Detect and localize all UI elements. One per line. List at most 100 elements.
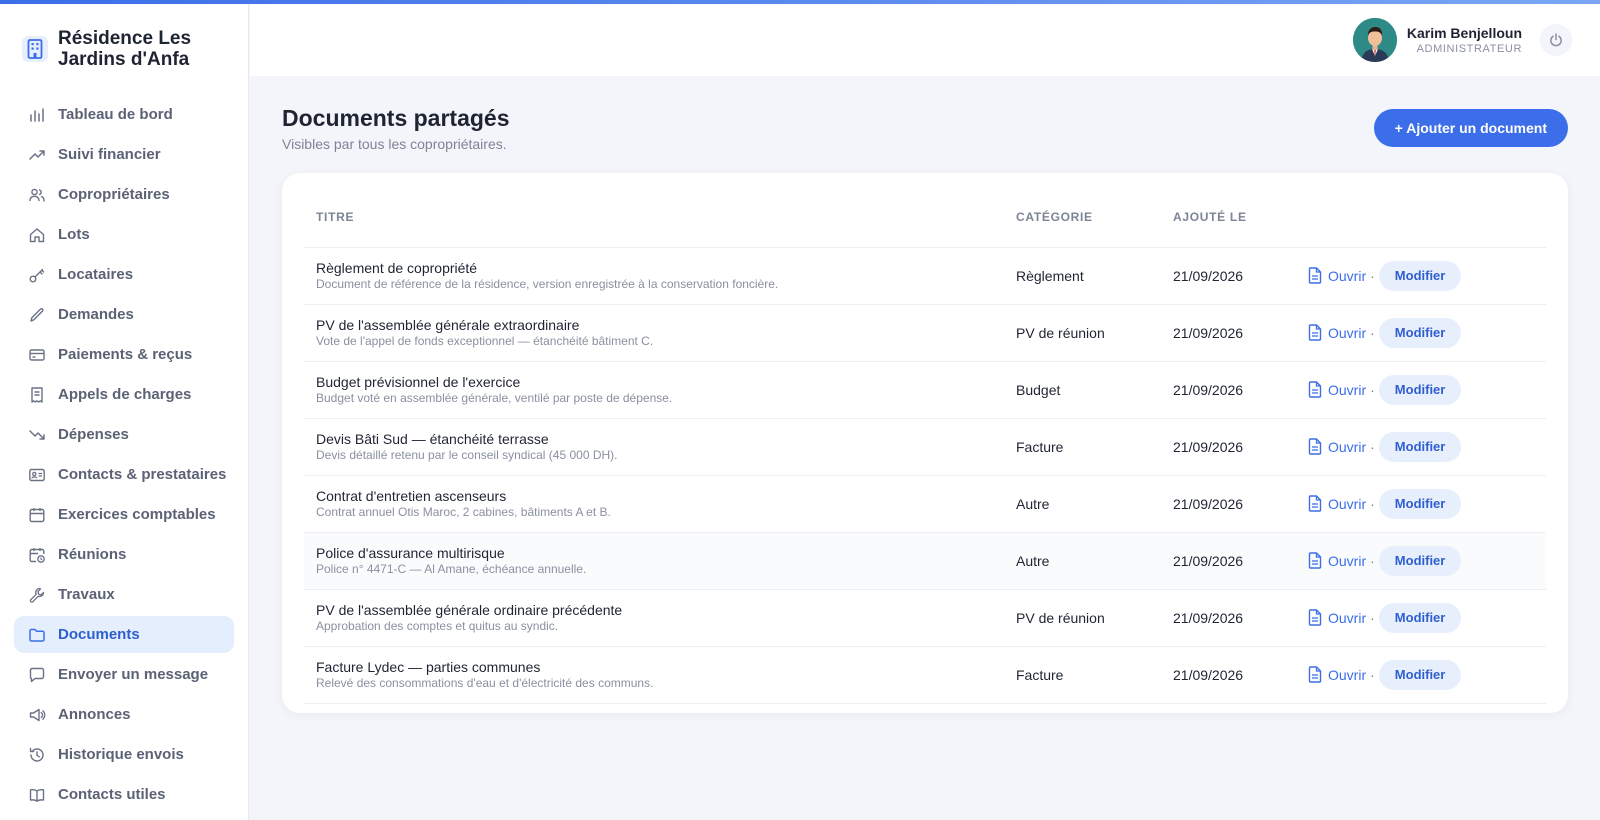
sidebar-item-tableau-de-bord[interactable]: Tableau de bord [14,96,234,133]
cell-category: Facture [1004,646,1161,704]
document-description: Contrat annuel Otis Maroc, 2 cabines, bâ… [316,504,611,519]
sidebar-item-lots[interactable]: Lots [14,216,234,253]
add-document-button[interactable]: + Ajouter un document [1373,109,1568,147]
edit-document-button[interactable]: Modifier [1378,659,1462,690]
brand: Résidence Les Jardins d'Anfa [0,4,248,96]
document-title: Règlement de copropriété [316,259,478,276]
trending-down-icon [28,426,46,444]
credit-card-icon [28,346,46,364]
sidebar-item-label: Annonces [58,706,131,723]
table-row: Devis Bâti Sud — étanchéité terrasse Devi… [304,418,1546,476]
megaphone-icon [28,706,46,724]
sidebar-item-label: Locataires [58,266,134,283]
file-icon [1308,495,1322,512]
separator: · [1370,495,1375,512]
open-document-link[interactable]: Ouvrir [1308,267,1366,284]
calendar-clock-icon [28,546,46,564]
sidebar-item-locataires[interactable]: Locataires [14,256,234,293]
book-icon [28,786,46,804]
sidebar-item-demandes[interactable]: Demandes [14,296,234,333]
file-icon [1308,609,1322,626]
document-title: PV de l'assemblée générale extraordinair… [316,316,580,333]
user-name: Karim Benjelloun [1406,24,1522,41]
bar-chart-icon [28,106,46,124]
file-icon [1308,381,1322,398]
pencil-icon [28,306,46,324]
cell-title: Contrat d'entretien ascenseurs Contrat an… [304,475,1004,533]
cell-title: PV de l'assemblée générale ordinaire pré… [304,589,1004,647]
sidebar-item-travaux[interactable]: Travaux [14,576,234,613]
document-title: Devis Bâti Sud — étanchéité terrasse [316,430,549,447]
logout-button[interactable] [1540,24,1572,56]
separator: · [1370,666,1375,683]
sidebar-item-historique-envois[interactable]: Historique envois [14,736,234,773]
sidebar-item-label: Travaux [58,586,115,603]
app-name: Résidence Les Jardins d'Anfa [58,28,192,70]
edit-document-button[interactable]: Modifier [1378,431,1462,462]
edit-document-button[interactable]: Modifier [1378,545,1462,576]
edit-document-button[interactable]: Modifier [1378,488,1462,519]
open-document-link[interactable]: Ouvrir [1308,324,1366,341]
open-document-link[interactable]: Ouvrir [1308,495,1366,512]
sidebar-item-label: Lots [58,226,90,243]
user-profile[interactable]: Karim Benjelloun ADMINISTRATEUR [1352,18,1522,62]
open-document-link[interactable]: Ouvrir [1308,552,1366,569]
table-header-row: TITRE CATÉGORIE AJOUTÉ LE [304,187,1546,248]
file-icon [1308,666,1322,683]
cell-category: Autre [1004,475,1161,533]
separator: · [1370,381,1375,398]
document-description: Vote de l'appel de fonds exceptionnel — … [316,333,654,348]
edit-document-button[interactable]: Modifier [1378,260,1462,291]
table-row: Police d'assurance multirisque Police n° … [304,532,1546,590]
sidebar-item-contacts-prestataires[interactable]: Contacts & prestataires [14,456,234,493]
sidebar-item-label: Historique envois [58,746,184,763]
separator: · [1370,267,1375,284]
cell-category: Facture [1004,418,1161,476]
sidebar-item-appels-de-charges[interactable]: Appels de charges [14,376,234,413]
sidebar-item-documents[interactable]: Documents [14,616,234,653]
cell-actions: Ouvrir · Modifier [1296,589,1546,647]
document-description: Approbation des comptes et quitus au syn… [316,618,559,633]
sidebar-item-label: Copropriétaires [58,186,170,203]
table-row: PV de l'assemblée générale ordinaire pré… [304,589,1546,647]
header: Karim Benjelloun ADMINISTRATEUR [250,4,1600,76]
sidebar-item-paiements-recus[interactable]: Paiements & reçus [14,336,234,373]
open-label: Ouvrir [1328,324,1367,341]
open-document-link[interactable]: Ouvrir [1308,666,1366,683]
sidebar-item-contacts-utiles[interactable]: Contacts utiles [14,776,234,813]
sidebar-item-label: Paiements & reçus [58,346,193,363]
document-description: Document de référence de la résidence, v… [316,276,779,291]
document-title: Police d'assurance multirisque [316,544,505,561]
page-title: Documents partagés [282,105,510,131]
sidebar-item-label: Contacts utiles [58,786,166,803]
sidebar-item-label: Demandes [58,306,134,323]
document-description: Relevé des consommations d'eau et d'élec… [316,675,654,690]
table-row: PV de l'assemblée générale extraordinair… [304,304,1546,362]
open-label: Ouvrir [1328,552,1367,569]
open-document-link[interactable]: Ouvrir [1308,381,1366,398]
cell-title: Facture Lydec — parties communes Relevé d… [304,646,1004,704]
table-row: Contrat d'entretien ascenseurs Contrat an… [304,475,1546,533]
open-document-link[interactable]: Ouvrir [1308,609,1366,626]
sidebar-item-suivi-financier[interactable]: Suivi financier [14,136,234,173]
edit-document-button[interactable]: Modifier [1378,317,1462,348]
sidebar-nav: Tableau de bord Suivi financier Copropriét… [0,96,248,813]
folder-icon [28,626,46,644]
sidebar-item-exercices-comptables[interactable]: Exercices comptables [14,496,234,533]
open-document-link[interactable]: Ouvrir [1308,438,1366,455]
cell-actions: Ouvrir · Modifier [1296,532,1546,590]
edit-document-button[interactable]: Modifier [1378,602,1462,633]
separator: · [1370,552,1375,569]
sidebar-item-label: Contacts & prestataires [58,466,227,483]
document-title: Budget prévisionnel de l'exercice [316,373,521,390]
cell-title: Budget prévisionnel de l'exercice Budget … [304,361,1004,419]
sidebar-item-label: Envoyer un message [58,666,209,683]
column-actions [1296,187,1546,248]
cell-actions: Ouvrir · Modifier [1296,418,1546,476]
sidebar-item-annonces[interactable]: Annonces [14,696,234,733]
sidebar-item-coproprietaires[interactable]: Copropriétaires [14,176,234,213]
edit-document-button[interactable]: Modifier [1378,374,1462,405]
sidebar-item-reunions[interactable]: Réunions [14,536,234,573]
sidebar-item-depenses[interactable]: Dépenses [14,416,234,453]
sidebar-item-envoyer-un-message[interactable]: Envoyer un message [14,656,234,693]
